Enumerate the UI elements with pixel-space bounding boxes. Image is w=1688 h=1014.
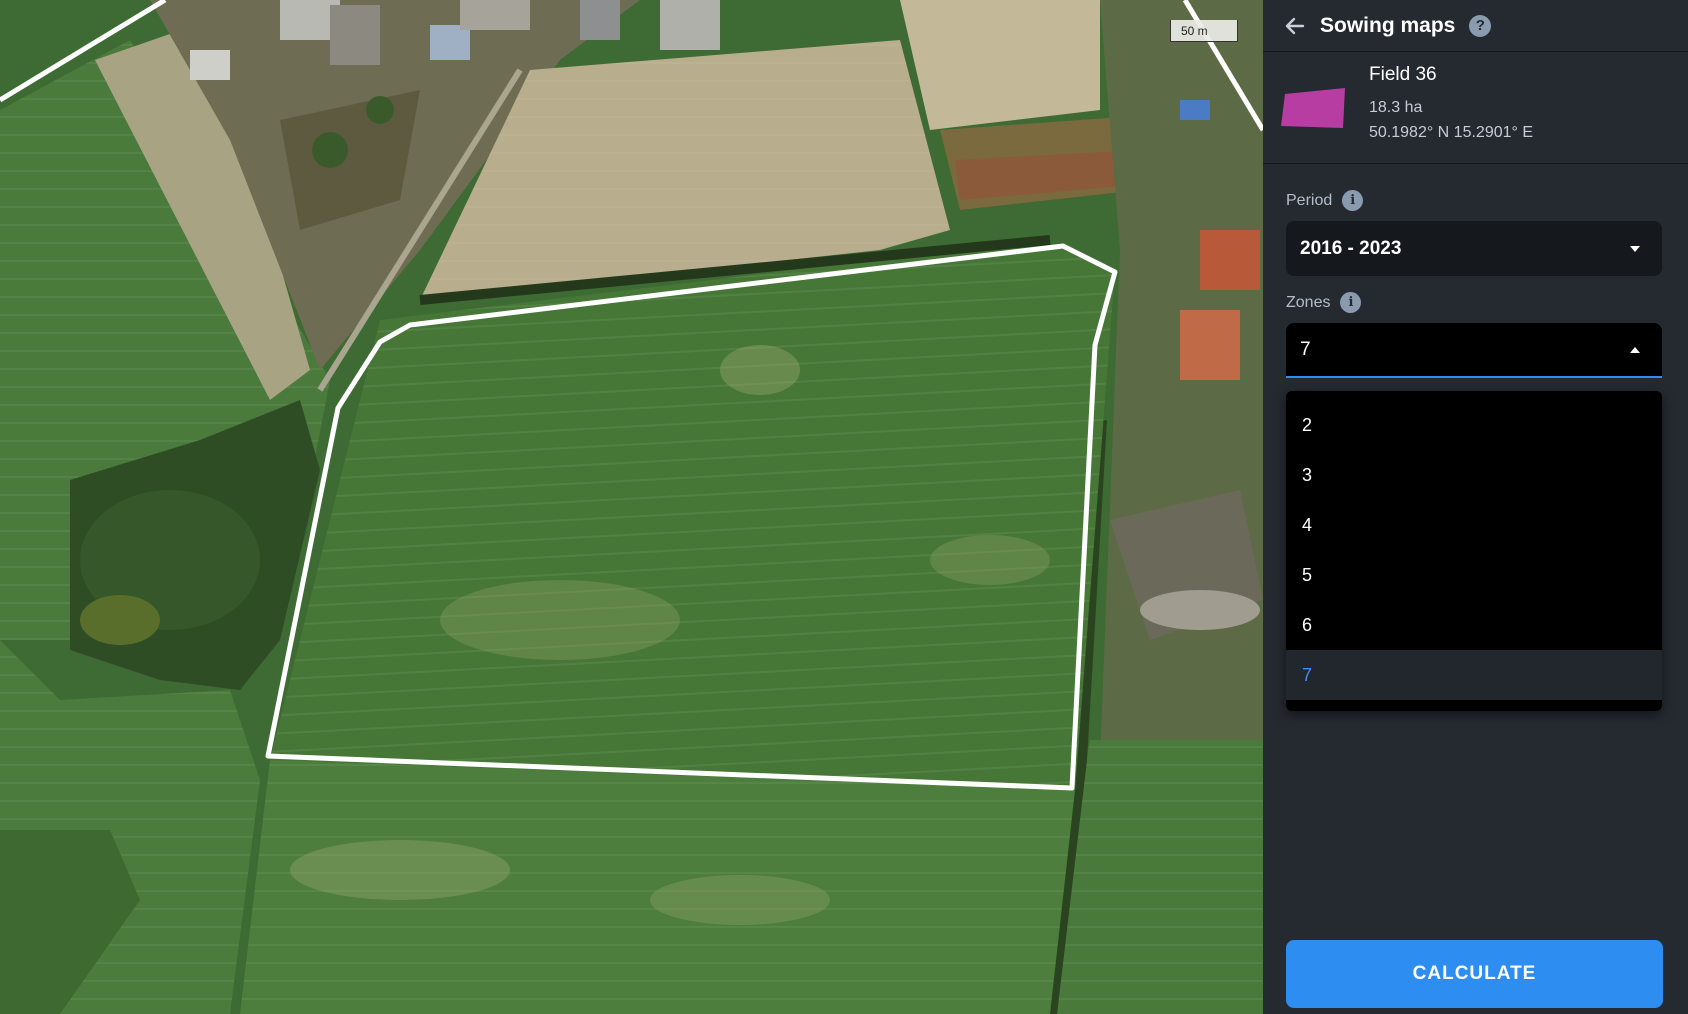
panel-header: Sowing maps ? xyxy=(1263,0,1688,52)
zones-option-selected[interactable]: 7 xyxy=(1286,650,1662,700)
calculate-button[interactable]: CALCULATE xyxy=(1286,940,1663,1008)
period-value: 2016 - 2023 xyxy=(1300,237,1402,259)
field-area: 18.3 ha xyxy=(1369,99,1423,116)
zones-option[interactable]: 6 xyxy=(1286,600,1662,650)
caret-up-icon xyxy=(1630,346,1640,353)
satellite-imagery xyxy=(0,0,1263,1014)
satellite-map[interactable]: 50 m xyxy=(0,0,1263,1014)
field-card[interactable]: Field 36 18.3 ha 50.1982° N 15.2901° E xyxy=(1263,52,1688,164)
panel-title: Sowing maps xyxy=(1320,13,1456,37)
zones-dropdown-menu: 2 3 4 5 6 7 xyxy=(1286,391,1662,711)
zones-label-row: Zones i xyxy=(1286,292,1362,313)
info-icon[interactable]: i xyxy=(1340,292,1362,313)
zones-option[interactable]: 4 xyxy=(1286,500,1662,550)
period-label: Period xyxy=(1286,191,1333,209)
zones-label: Zones xyxy=(1286,293,1331,311)
period-select[interactable]: 2016 - 2023 xyxy=(1286,221,1662,276)
field-shape-thumbnail xyxy=(1281,88,1345,128)
field-coordinates: 50.1982° N 15.2901° E xyxy=(1369,124,1534,141)
period-label-row: Period i xyxy=(1286,190,1364,211)
zones-select[interactable]: 7 xyxy=(1286,323,1662,378)
caret-down-icon xyxy=(1630,245,1640,252)
arrow-left-icon[interactable] xyxy=(1283,14,1307,38)
zones-option[interactable]: 5 xyxy=(1286,550,1662,600)
zones-option[interactable]: 3 xyxy=(1286,450,1662,500)
zones-value: 7 xyxy=(1300,338,1311,360)
zones-option[interactable]: 2 xyxy=(1286,400,1662,450)
field-name: Field 36 xyxy=(1369,64,1437,85)
sowing-maps-panel: Sowing maps ? Field 36 18.3 ha 50.1982° … xyxy=(1263,0,1688,1014)
info-icon[interactable]: i xyxy=(1342,190,1364,211)
question-mark-icon[interactable]: ? xyxy=(1469,14,1492,37)
map-scale-bar: 50 m xyxy=(1170,20,1238,42)
